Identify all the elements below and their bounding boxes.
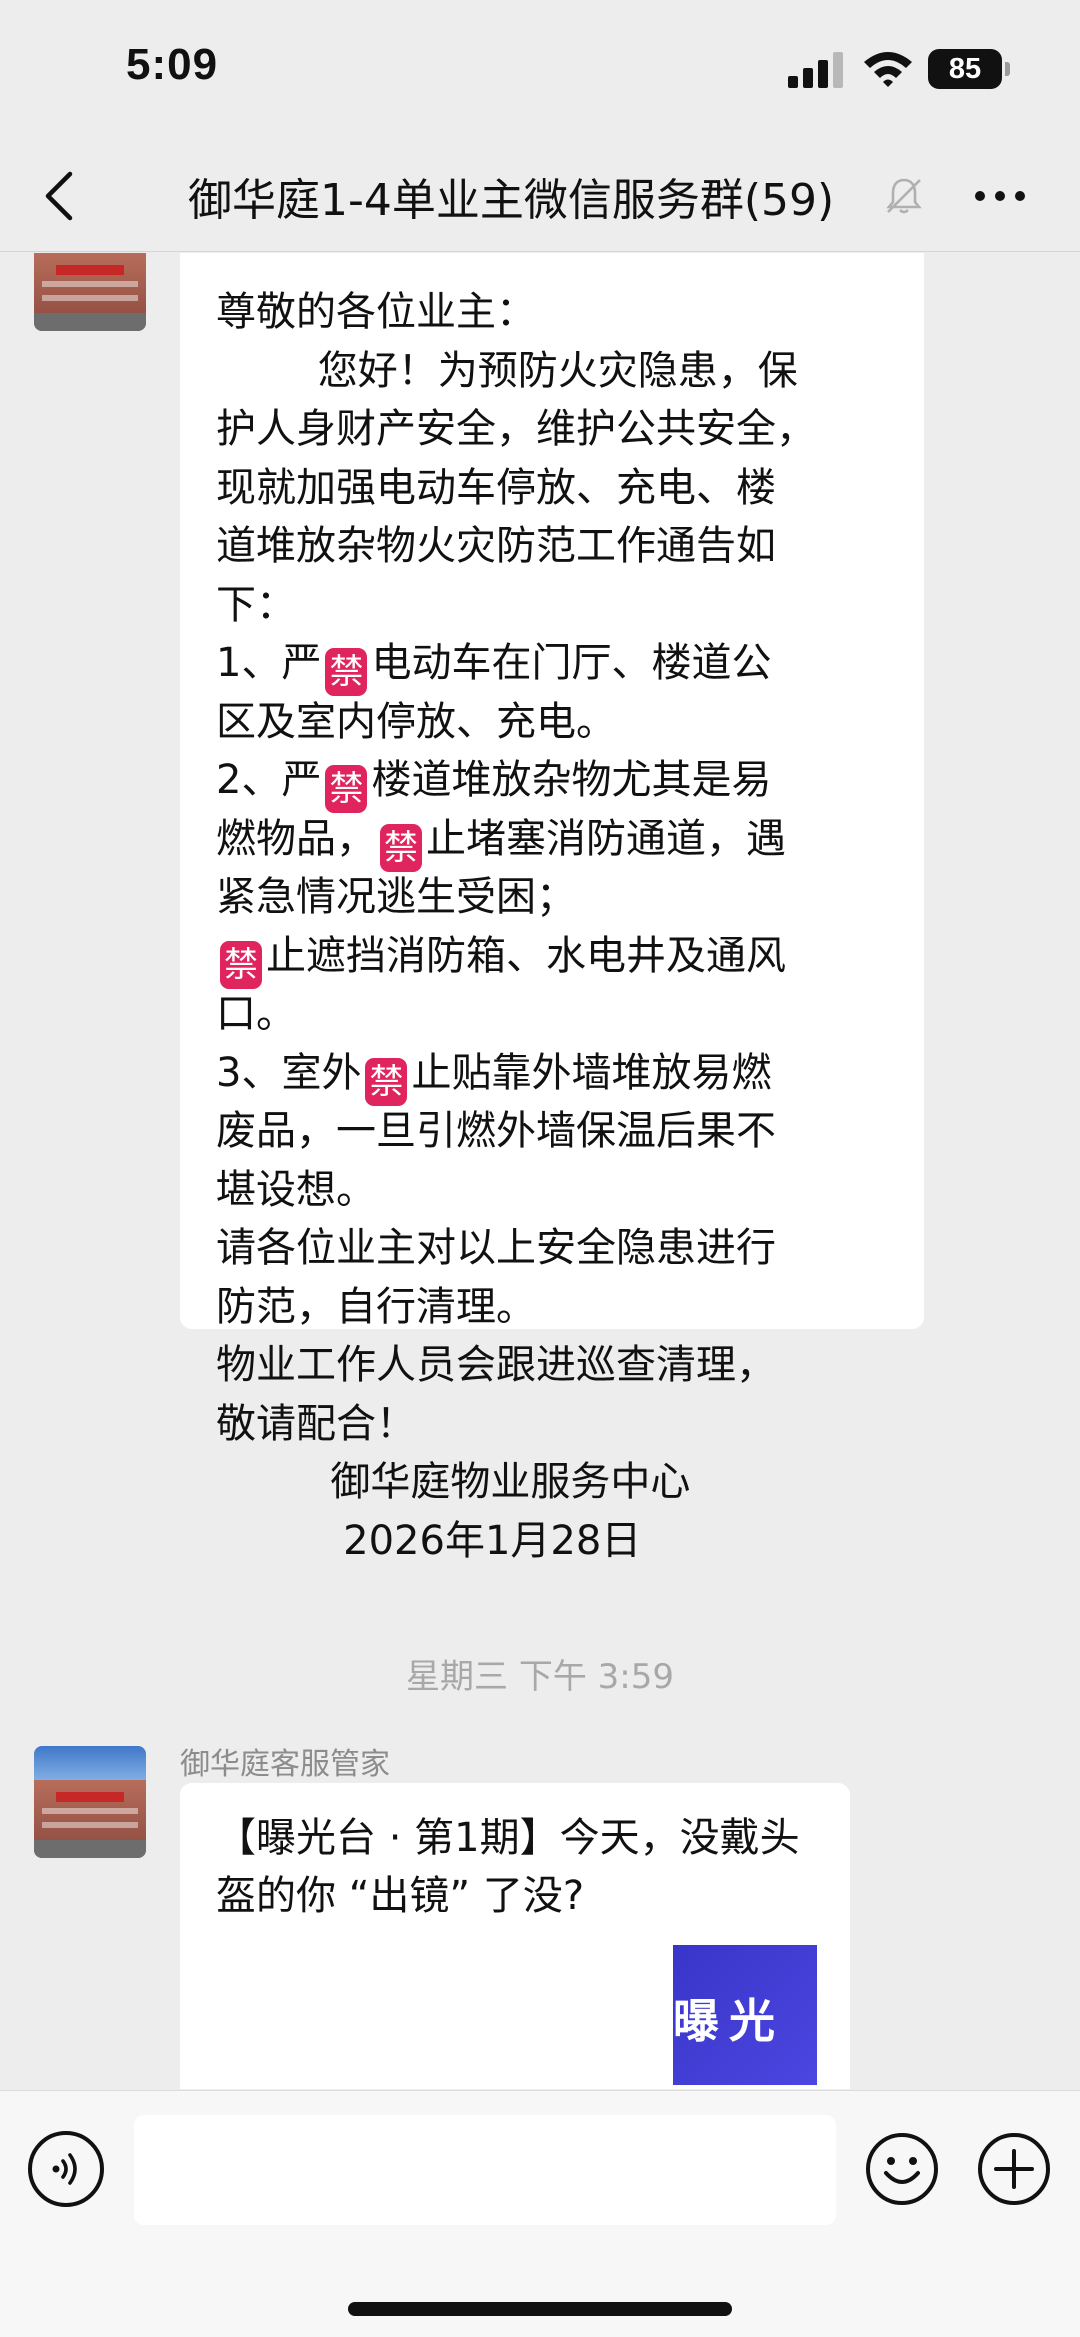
- status-time: 5:09: [126, 40, 219, 89]
- message-bubble-notice[interactable]: 尊敬的各位业主： 您好！为预防火灾隐患，保 护人身财产安全，维护公共安全， 现就加强…: [180, 253, 924, 1564]
- status-bar: 5:09 85: [0, 0, 1080, 140]
- notice-line: 您好！为预防火灾隐患，保: [216, 347, 798, 394]
- notice-line: 2、严禁楼道堆放杂物尤其是易: [216, 751, 816, 813]
- notice-line: 区及室内停放、充电。: [216, 698, 616, 745]
- input-bar: [0, 2090, 1080, 2337]
- prohibited-badge-icon: 禁: [325, 648, 368, 696]
- notice-text: 尊敬的各位业主： 您好！为预防火灾隐患，保 护人身财产安全，维护公共安全， 现就加强…: [216, 283, 816, 1570]
- battery-indicator: 85: [928, 49, 1010, 89]
- notice-line: 御华庭物业服务中心: [216, 1459, 691, 1505]
- sender-name: 御华庭客服管家: [180, 1747, 390, 1782]
- notice-line: 2026年1月28日: [216, 1517, 642, 1564]
- emoji-icon[interactable]: [864, 2131, 940, 2207]
- notice-line: 口。: [216, 991, 296, 1037]
- prohibited-badge-icon: 禁: [380, 823, 422, 872]
- wifi-icon: [864, 52, 912, 87]
- notice-line: 燃物品，禁止堵塞消防通道，遇: [216, 810, 816, 872]
- sender-avatar[interactable]: [34, 253, 146, 331]
- voice-icon[interactable]: [28, 2131, 104, 2207]
- notice-line: 请各位业主对以上安全隐患进行: [216, 1225, 776, 1271]
- chat-title: 御华庭1-4单业主微信服务群(59): [188, 175, 835, 226]
- prohibited-badge-icon: 禁: [220, 940, 262, 989]
- notice-line: 物业工作人员会跟进巡查清理，: [216, 1342, 776, 1388]
- notice-line: 废品，一旦引燃外墙保温后果不: [216, 1108, 776, 1154]
- notice-line: 禁止遮挡消防箱、水电井及通风: [216, 927, 816, 989]
- home-indicator[interactable]: [348, 2302, 732, 2316]
- notice-line: 3、室外禁止贴靠外墙堆放易燃: [216, 1044, 816, 1106]
- notice-line: 护人身财产安全，维护公共安全，: [216, 406, 816, 452]
- chat-header: 御华庭1-4单业主微信服务群(59): [0, 140, 1080, 252]
- notice-line: 1、严禁电动车在门厅、楼道公: [216, 634, 816, 696]
- message-timestamp: 星期三 下午 3:59: [406, 1657, 674, 1697]
- battery-level: 85: [928, 49, 1002, 89]
- notice-line: 尊敬的各位业主：: [216, 289, 536, 335]
- message-bubble-link[interactable]: 【曝光台 · 第1期】今天，没戴头盔的你 “出镜” 了没? 曝光: [180, 1783, 850, 2089]
- notice-line: 紧急情况逃生受困；: [216, 874, 576, 920]
- prohibited-badge-icon: 禁: [365, 1057, 408, 1106]
- plus-icon[interactable]: [976, 2131, 1052, 2207]
- sender-avatar[interactable]: [34, 1746, 146, 1858]
- link-title: 【曝光台 · 第1期】今天，没戴头盔的你 “出镜” 了没?: [216, 1815, 800, 1919]
- notice-line: 下：: [216, 581, 296, 628]
- message-input[interactable]: [134, 2115, 836, 2225]
- cellular-signal-icon: [788, 52, 843, 88]
- chat-messages[interactable]: 尊敬的各位业主： 您好！为预防火灾隐患，保 护人身财产安全，维护公共安全， 现就加强…: [0, 253, 1080, 2089]
- back-icon[interactable]: [40, 170, 80, 222]
- preview-text: 曝光: [673, 1994, 785, 2048]
- link-preview-thumbnail[interactable]: 曝光: [673, 1945, 817, 2085]
- notice-line: 现就加强电动车停放、充电、楼: [216, 464, 776, 511]
- prohibited-badge-icon: 禁: [325, 765, 368, 813]
- notice-line: 道堆放杂物火灾防范工作通告如: [216, 523, 776, 569]
- notice-line: 堪设想。: [216, 1166, 376, 1213]
- notice-line: 敬请配合！: [216, 1400, 416, 1447]
- mute-icon: [886, 178, 922, 214]
- notice-line: 防范，自行清理。: [216, 1283, 536, 1330]
- battery-cap: [1005, 62, 1010, 76]
- more-icon[interactable]: [972, 188, 1028, 204]
